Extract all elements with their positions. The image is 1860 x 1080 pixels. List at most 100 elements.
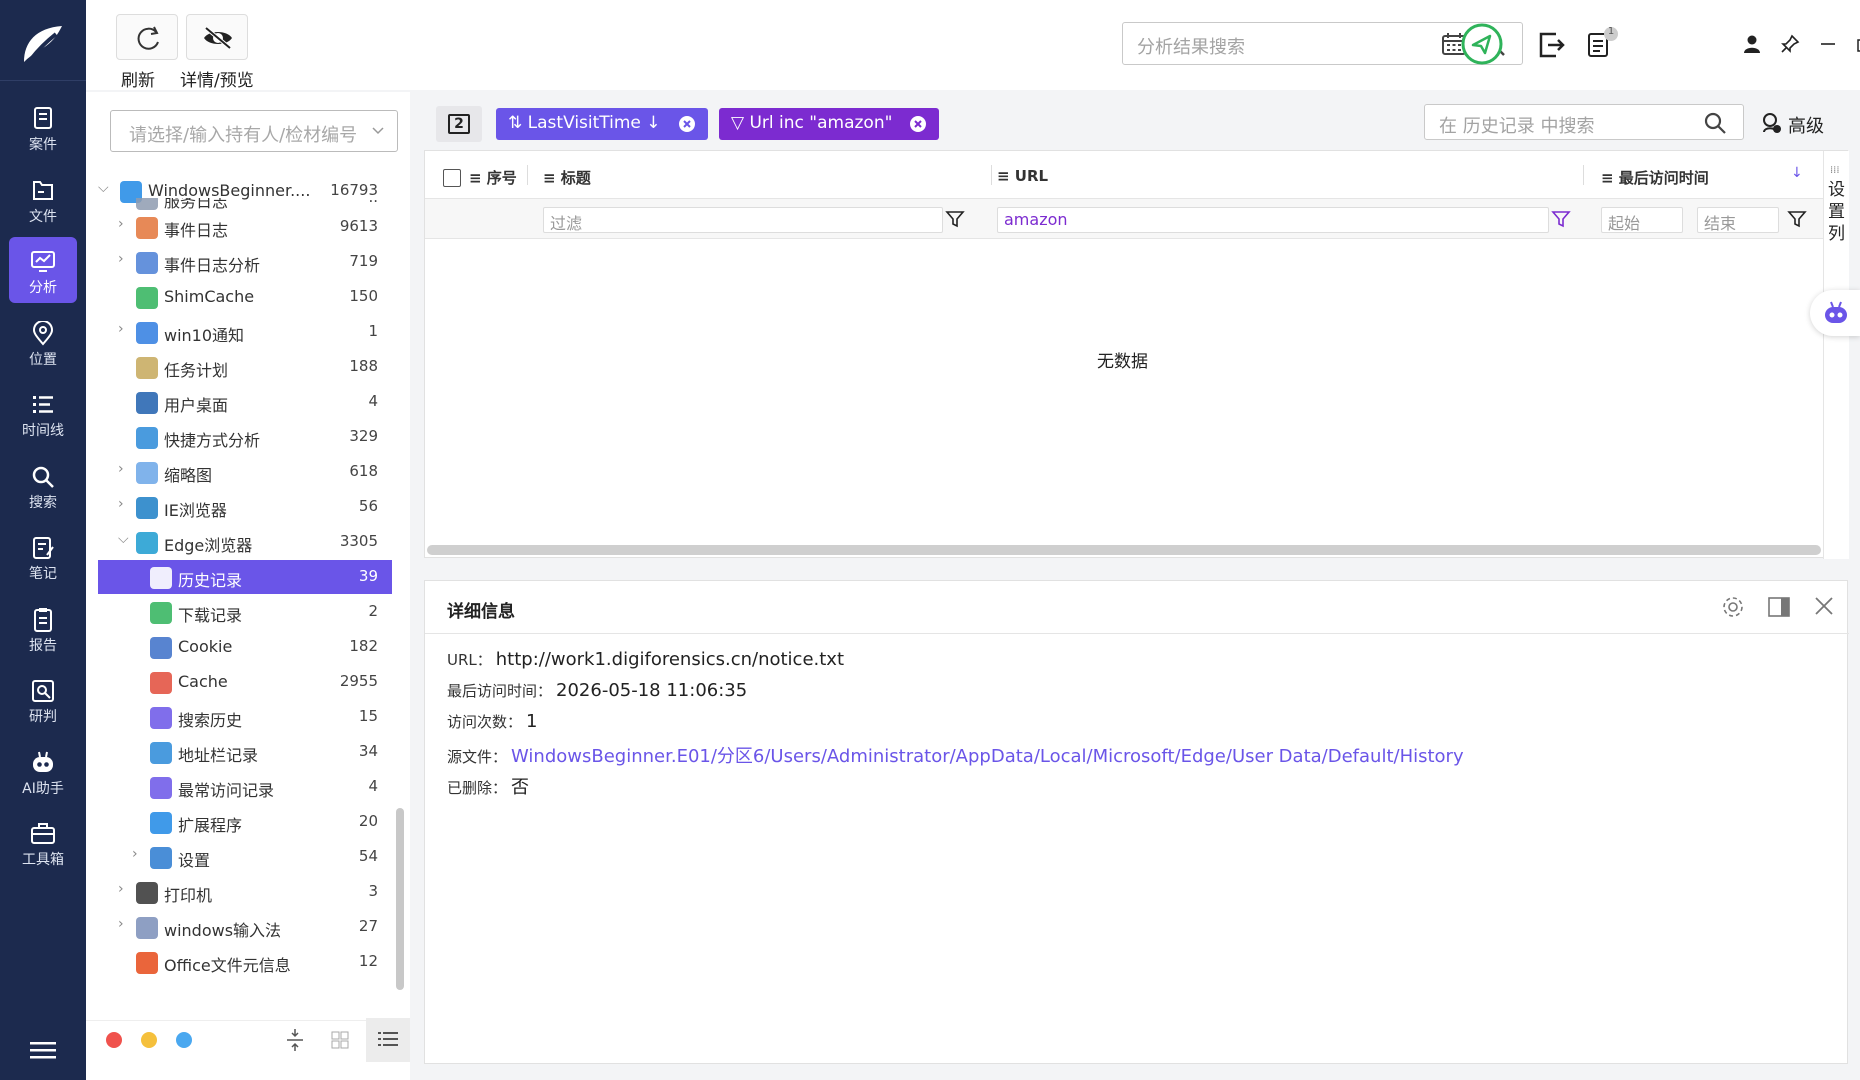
chevron-right-icon[interactable]: ›	[132, 846, 146, 866]
tree-item-count: 3	[368, 882, 378, 900]
tree-item[interactable]: 最常访问记录 4	[98, 770, 392, 804]
tree-item[interactable]: 快捷方式分析 329	[98, 420, 392, 454]
close-detail-icon[interactable]	[1813, 595, 1835, 617]
refresh-button[interactable]	[116, 14, 178, 60]
history-search-input[interactable]: 在 历史记录 中搜索	[1424, 104, 1744, 140]
column-title[interactable]: ≡ 标题	[543, 167, 591, 188]
tree-item[interactable]: Cache 2955	[98, 665, 392, 699]
pin-icon[interactable]	[1780, 34, 1800, 54]
column-last-visit[interactable]: ≡ 最后访问时间	[1601, 167, 1709, 188]
blue-dot[interactable]	[176, 1032, 192, 1048]
search-icon[interactable]	[1703, 111, 1727, 135]
nav-item-robot[interactable]: AI助手	[9, 738, 77, 804]
nav-item-search[interactable]: 搜索	[9, 452, 77, 518]
user-icon[interactable]	[1742, 34, 1762, 54]
tree-scrollbar[interactable]	[396, 808, 404, 990]
detail-source-row: 源文件： WindowsBeginner.E01/分区6/Users/Admini…	[447, 746, 1464, 767]
detail-source-link[interactable]: WindowsBeginner.E01/分区6/Users/Administra…	[511, 746, 1464, 767]
chevron-right-icon[interactable]: ›	[118, 916, 132, 936]
nav-item-judge[interactable]: 研判	[9, 666, 77, 732]
list-view-button[interactable]	[366, 1018, 410, 1062]
column-index[interactable]: ≡ 序号	[469, 167, 517, 188]
ai-assistant-float-button[interactable]	[1810, 290, 1860, 336]
tree-item[interactable]: Cookie 182	[98, 630, 392, 664]
detail-preview-button[interactable]	[186, 14, 248, 60]
chevron-right-icon[interactable]: ›	[118, 496, 132, 516]
minimize-icon[interactable]	[1818, 34, 1838, 54]
artifact-icon	[150, 567, 172, 589]
select-all-checkbox[interactable]	[443, 169, 461, 187]
nav-label: 案件	[29, 137, 57, 153]
title-filter-input[interactable]: 过滤	[543, 207, 943, 233]
start-date-input[interactable]: 起始	[1601, 207, 1683, 233]
chevron-right-icon[interactable]: ›	[118, 251, 132, 271]
chevron-right-icon[interactable]: ›	[118, 216, 132, 236]
url-filter-active-icon[interactable]	[1551, 209, 1571, 229]
nav-item-report[interactable]: 报告	[9, 595, 77, 661]
tree-item[interactable]: 任务计划 188	[98, 350, 392, 384]
restore-icon[interactable]	[1855, 34, 1860, 54]
remove-sort-icon[interactable]	[678, 115, 696, 133]
tree-item[interactable]: 历史记录 39	[98, 560, 392, 594]
tree-item-label: 事件日志分析	[164, 256, 261, 275]
filter-chip[interactable]: ▽ Url inc "amazon"	[719, 108, 939, 140]
tree-item[interactable]: ShimCache 150	[98, 280, 392, 314]
export-icon[interactable]	[1536, 30, 1566, 60]
tree-item[interactable]: › 缩略图 618	[98, 455, 392, 489]
url-filter-input[interactable]: amazon	[997, 207, 1549, 233]
tree-item[interactable]: 下载记录 2	[98, 595, 392, 629]
tree-item-label: 扩展程序	[178, 816, 243, 835]
detail-url-value[interactable]: http://work1.digiforensics.cn/notice.txt	[496, 649, 844, 670]
tree-item[interactable]: Office文件元信息 12	[98, 945, 392, 979]
filter-chip-label: Url inc "amazon"	[749, 113, 893, 133]
red-dot[interactable]	[106, 1032, 122, 1048]
tree-item[interactable]: 搜索历史 15	[98, 700, 392, 734]
nav-item-file[interactable]: 文件	[9, 166, 77, 232]
tree-item[interactable]: ⌵ Edge浏览器 3305	[98, 525, 392, 559]
nav-label: 研判	[29, 709, 57, 725]
end-date-input[interactable]: 结束	[1697, 207, 1779, 233]
tree-item[interactable]: › 事件日志 9613	[98, 210, 392, 244]
collapse-icon[interactable]	[284, 1027, 306, 1053]
advanced-search-button[interactable]: 高级	[1760, 110, 1840, 140]
chevron-right-icon[interactable]: ›	[118, 321, 132, 341]
tree-item-label: 设置	[178, 851, 211, 870]
case-select[interactable]: 请选择/输入持有人/检材编号	[110, 110, 398, 152]
tree-item[interactable]: › win10通知 1	[98, 315, 392, 349]
tree-item[interactable]: 用户桌面 4	[98, 385, 392, 419]
menu-icon[interactable]	[30, 1040, 56, 1060]
tree-item[interactable]: 服务日志..	[98, 198, 392, 210]
chevron-right-icon[interactable]: ›	[118, 461, 132, 481]
horizontal-scrollbar[interactable]	[427, 545, 1821, 555]
filter-icon[interactable]	[945, 209, 965, 229]
yellow-dot[interactable]	[141, 1032, 157, 1048]
page-indicator[interactable]: 2	[436, 106, 482, 142]
send-icon[interactable]	[1460, 22, 1504, 66]
chevron-down-icon[interactable]: ⌵	[118, 531, 132, 551]
tree-item[interactable]: › 设置 54	[98, 840, 392, 874]
grid-view-icon[interactable]	[330, 1030, 350, 1050]
sort-chip[interactable]: ⇅ LastVisitTime ↓	[496, 108, 708, 140]
tree-item[interactable]: › windows输入法 27	[98, 910, 392, 944]
gear-icon[interactable]	[1721, 595, 1745, 619]
date-filter-icon[interactable]	[1787, 209, 1807, 229]
column-url[interactable]: ≡ URL	[997, 167, 1048, 185]
nav-item-case[interactable]: 案件	[9, 94, 77, 160]
tree-item[interactable]: › 事件日志分析 719	[98, 245, 392, 279]
tree-item-label: win10通知	[164, 326, 245, 345]
tree-item[interactable]: › 打印机 3	[98, 875, 392, 909]
tree-item[interactable]: 地址栏记录 34	[98, 735, 392, 769]
remove-filter-icon[interactable]	[909, 115, 927, 133]
nav-item-analysis[interactable]: 分析	[9, 237, 77, 303]
sort-desc-icon[interactable]: ↓	[1791, 165, 1803, 181]
split-view-icon[interactable]	[1767, 595, 1791, 619]
nav-item-location[interactable]: 位置	[9, 309, 77, 375]
nav-item-toolbox[interactable]: 工具箱	[9, 809, 77, 875]
chevron-down-icon[interactable]: ⌵	[98, 180, 112, 200]
column-settings-tab[interactable]: ⁞⁞⁞ 设 置 列	[1823, 151, 1849, 559]
chevron-right-icon[interactable]: ›	[118, 881, 132, 901]
tree-item[interactable]: 扩展程序 20	[98, 805, 392, 839]
tree-item[interactable]: › IE浏览器 56	[98, 490, 392, 524]
nav-item-note[interactable]: 笔记	[9, 523, 77, 589]
nav-item-timeline[interactable]: 时间线	[9, 380, 77, 446]
